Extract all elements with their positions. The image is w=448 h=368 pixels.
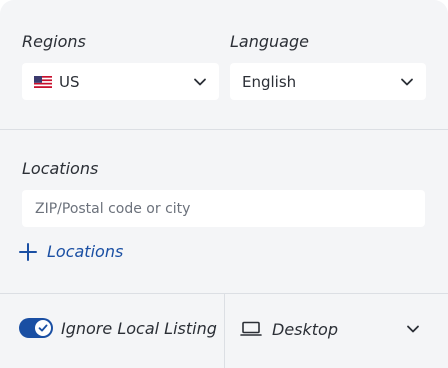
plus-icon [19, 242, 37, 261]
chevron-down-icon [407, 325, 419, 333]
chevron-down-icon [194, 78, 206, 85]
chevron-down-icon [401, 78, 413, 85]
regions-label: Regions [22, 32, 86, 51]
us-flag-icon [34, 75, 52, 88]
location-input[interactable] [33, 199, 414, 218]
vertical-divider [224, 294, 225, 368]
ignore-local-listing-toggle[interactable]: Ignore Local Listing [19, 318, 217, 338]
location-search-field[interactable] [22, 190, 425, 227]
device-value: Desktop [272, 319, 338, 339]
section-divider [0, 129, 448, 130]
regions-value: US [59, 72, 80, 91]
add-location-label: Locations [47, 242, 124, 261]
toggle-knob [35, 320, 51, 336]
locations-label: Locations [22, 159, 99, 178]
search-settings-panel: Regions US Language English Locations Lo… [0, 0, 448, 368]
device-select[interactable]: Desktop [240, 318, 420, 340]
toggle-switch[interactable] [19, 318, 53, 338]
language-value: English [242, 72, 297, 91]
regions-select[interactable]: US [22, 63, 219, 100]
check-icon [38, 324, 48, 332]
language-select[interactable]: English [230, 63, 426, 100]
language-label: Language [230, 32, 309, 51]
laptop-icon [240, 321, 262, 336]
add-location-button[interactable]: Locations [19, 242, 123, 261]
ignore-local-listing-label: Ignore Local Listing [61, 318, 217, 338]
